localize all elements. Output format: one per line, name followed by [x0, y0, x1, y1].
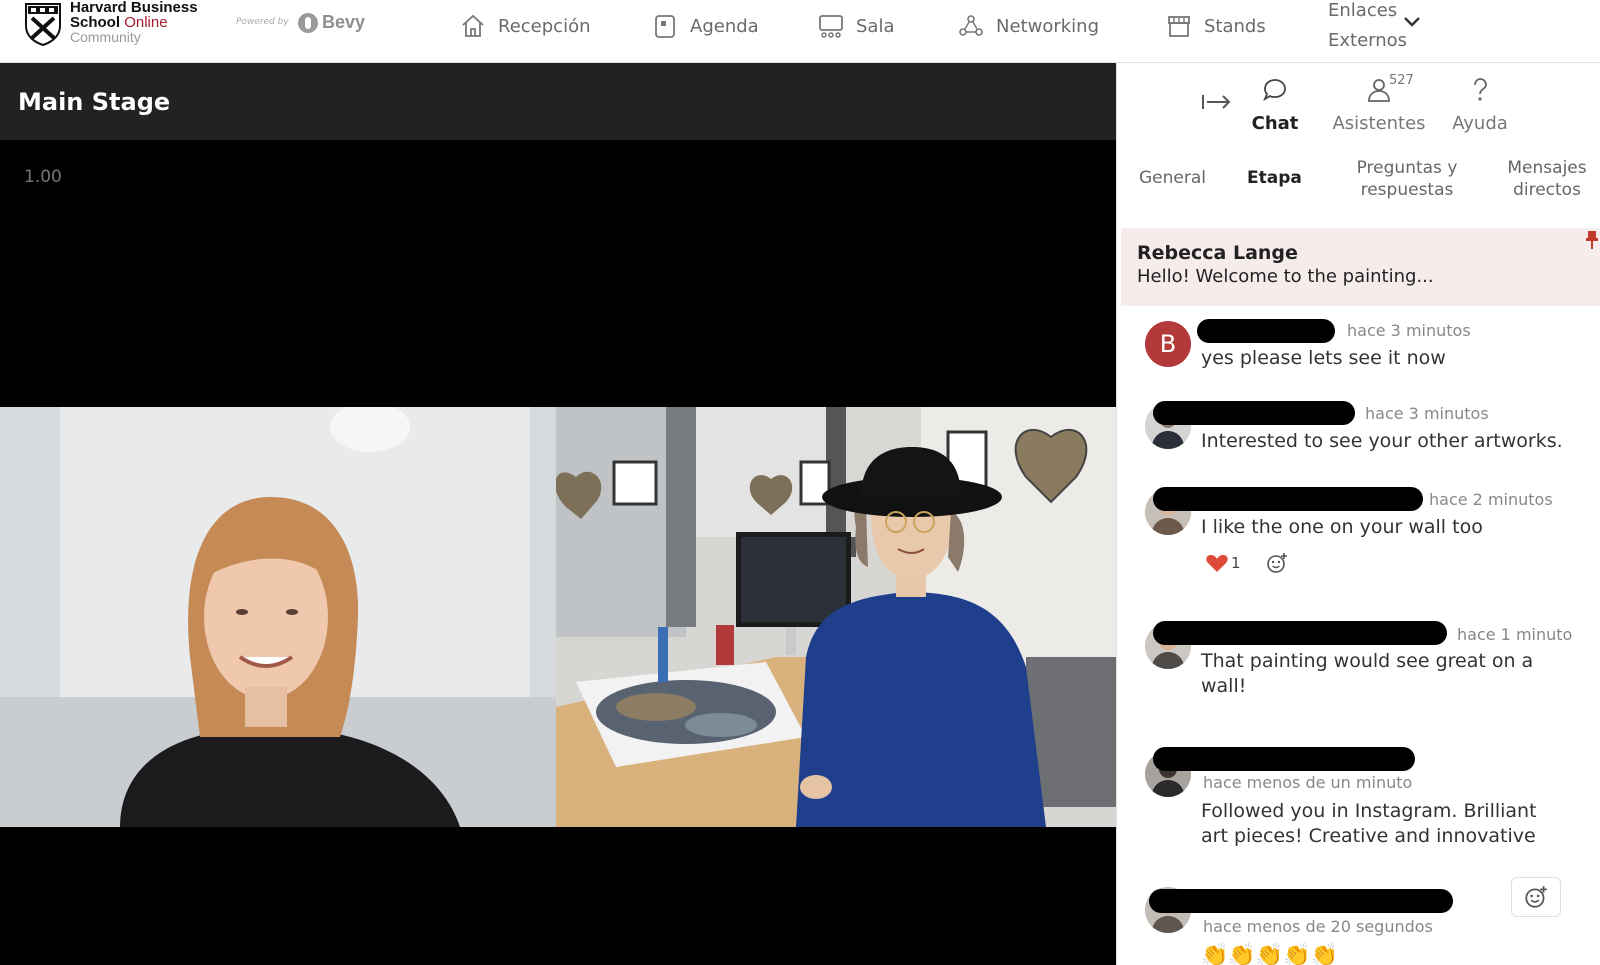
networking-icon	[959, 15, 983, 36]
brand-line-1: Harvard Business	[70, 0, 198, 16]
help-question-icon	[1474, 78, 1487, 101]
tab-ayuda[interactable]: Ayuda	[1445, 77, 1515, 134]
pinned-author: Rebecca Lange	[1137, 242, 1298, 264]
tab-ayuda-label: Ayuda	[1452, 113, 1508, 134]
collapse-panel-icon[interactable]	[1201, 91, 1233, 113]
nav-external-links-dropdown[interactable]: Enlaces Externos	[1320, 0, 1430, 58]
tab-asistentes-label: Asistentes	[1332, 113, 1426, 134]
heart-reaction[interactable]: 1	[1205, 552, 1241, 574]
redacted-name	[1149, 889, 1453, 913]
subtab-mensajes-directos[interactable]: Mensajes directos	[1497, 157, 1597, 201]
pin-icon	[1586, 231, 1598, 249]
nav-agenda[interactable]: Agenda	[652, 10, 759, 42]
message-text: Followed you in Instagram. Brilliant art …	[1201, 800, 1537, 847]
message-time: hace 1 minuto	[1457, 625, 1573, 644]
pinned-text: Hello! Welcome to the painting...	[1137, 266, 1434, 287]
message-text: I like the one on your wall too	[1201, 516, 1483, 538]
nav-external-links-label-2: Externos	[1328, 30, 1408, 51]
home-icon	[462, 14, 484, 37]
panel-tabs: Chat 527 Asistentes Ayuda	[1117, 63, 1600, 149]
subtab-etapa[interactable]: Etapa	[1247, 167, 1302, 189]
redacted-name	[1153, 621, 1447, 645]
message-time: hace menos de un minuto	[1203, 773, 1413, 792]
harvard-shield-logo	[25, 3, 61, 46]
clap-emoji: 👏	[1310, 943, 1339, 965]
message-time: hace 3 minutos	[1365, 404, 1489, 423]
stage-header: Main Stage	[0, 63, 1116, 140]
nav-sala[interactable]: Sala	[818, 10, 895, 42]
artist-video-feed	[556, 407, 1116, 827]
powered-by-label: Powered by	[236, 17, 289, 27]
brand-line-3: Community	[70, 29, 141, 45]
video-tile-host	[0, 407, 556, 827]
subtab-general[interactable]: General	[1139, 167, 1206, 189]
nav-agenda-label: Agenda	[690, 15, 759, 37]
nav-stands[interactable]: Stands	[1166, 10, 1266, 42]
stage-title: Main Stage	[18, 87, 171, 116]
nav-recepcion[interactable]: Recepción	[460, 10, 591, 42]
nav-networking[interactable]: Networking	[958, 10, 1099, 42]
host-video-feed	[0, 407, 556, 827]
message-text: Interested to see your other artworks.	[1201, 430, 1563, 452]
redacted-name	[1197, 319, 1335, 343]
nav-sala-label: Sala	[856, 15, 895, 37]
redacted-name	[1153, 487, 1423, 511]
avatar[interactable]: B	[1145, 321, 1191, 367]
heart-reaction-count: 1	[1231, 554, 1241, 572]
playback-speed[interactable]: 1.00	[24, 167, 62, 187]
bevy-mark-icon	[298, 12, 318, 33]
subtab-preguntas-respuestas[interactable]: Preguntas y respuestas	[1347, 157, 1467, 201]
heart-icon	[1206, 555, 1228, 572]
redacted-name	[1153, 401, 1355, 425]
message-time: hace 2 minutos	[1429, 490, 1553, 509]
nav-external-links-label-1: Enlaces	[1328, 0, 1398, 21]
message-time: hace 3 minutos	[1347, 321, 1471, 340]
bevy-logo: Bevy	[298, 12, 365, 33]
clap-emoji: 👏	[1201, 943, 1229, 965]
agenda-icon	[655, 15, 675, 38]
add-emoji-icon	[1525, 886, 1547, 908]
clap-emoji: 👏	[1255, 943, 1284, 965]
tab-chat[interactable]: Chat	[1245, 77, 1305, 134]
sala-icon	[819, 15, 843, 38]
brand-line-2: School Online	[70, 14, 168, 31]
clap-emoji: 👏	[1228, 943, 1256, 965]
chat-bubble-icon	[1263, 79, 1286, 102]
tab-chat-label: Chat	[1251, 113, 1299, 134]
brand-wordmark[interactable]: Harvard Business School Online Community	[70, 0, 198, 45]
nav-stands-label: Stands	[1204, 15, 1266, 37]
redacted-name	[1153, 747, 1415, 771]
tab-asistentes[interactable]: 527 Asistentes	[1329, 73, 1429, 134]
video-tile-artist	[556, 407, 1116, 827]
nav-networking-label: Networking	[996, 15, 1099, 37]
clap-emoji: 👏	[1283, 943, 1311, 965]
emoji-picker-button[interactable]	[1511, 877, 1561, 917]
reaction-row: 1	[1205, 551, 1289, 575]
nav-recepcion-label: Recepción	[498, 15, 591, 37]
top-navigation-bar: Harvard Business School Online Community…	[0, 0, 1600, 63]
chevron-down-icon	[1404, 17, 1420, 27]
stands-icon	[1168, 16, 1190, 37]
main-stage: Main Stage 1.00	[0, 63, 1116, 965]
add-reaction-icon[interactable]	[1265, 551, 1289, 575]
chat-subtabs: General Etapa Preguntas y respuestas Men…	[1117, 149, 1600, 227]
message-time: hace menos de 20 segundos	[1203, 917, 1433, 936]
pinned-message[interactable]: Rebecca Lange Hello! Welcome to the pain…	[1121, 228, 1600, 306]
side-panel: Chat 527 Asistentes Ayuda General Etapa …	[1116, 63, 1600, 965]
message-text: That painting would see great on a wall!	[1201, 650, 1534, 697]
clap-emoji-row: 👏 👏 👏 👏 👏	[1201, 943, 1338, 965]
attendee-count: 527	[1389, 73, 1414, 88]
message-text: yes please lets see it now	[1201, 347, 1446, 369]
